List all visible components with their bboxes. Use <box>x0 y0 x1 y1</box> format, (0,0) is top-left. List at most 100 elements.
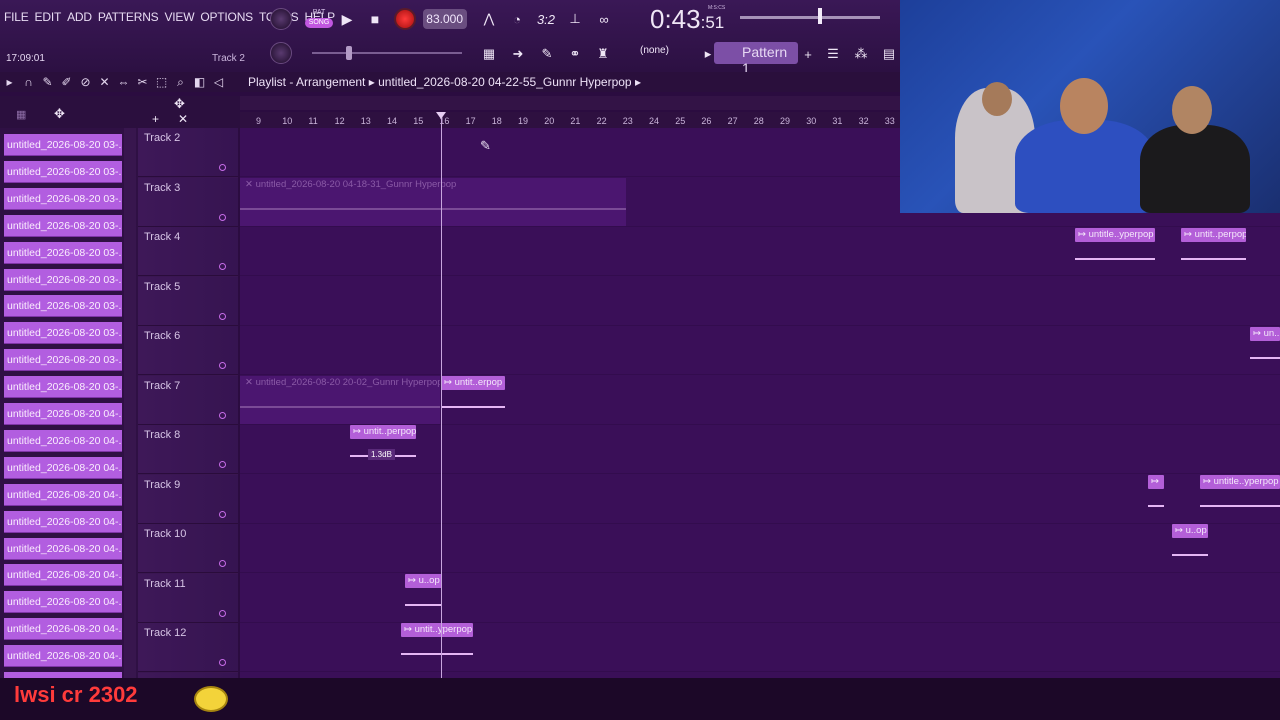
project-name[interactable]: untitled_2026-08-20 04-22-55_Gunnr Hyper… <box>378 75 632 89</box>
loop-record-icon[interactable]: ∞ <box>592 9 616 29</box>
browser-pattern-item[interactable]: untitled_2026-08-20 03-... <box>4 214 122 237</box>
arrow-icon[interactable]: ➜ <box>507 45 529 63</box>
master-pitch-slider[interactable] <box>740 16 880 19</box>
track-mute-icon[interactable] <box>219 659 226 666</box>
pitch-knob[interactable] <box>270 42 292 64</box>
browser-pattern-item[interactable]: untitled_2026-08-20 03-... <box>4 187 122 210</box>
link-icon[interactable]: ⚭ <box>564 45 586 63</box>
browser-grid-icon[interactable]: ▦ <box>16 108 26 121</box>
track-lane[interactable] <box>240 326 1280 375</box>
browser-pattern-item[interactable]: untitled_2026-08-20 04-... <box>4 510 122 533</box>
pattern-selector[interactable]: Pattern 1 <box>714 42 798 76</box>
options-arrow-icon[interactable]: ▸ <box>0 75 19 89</box>
select-tool-icon[interactable]: ⬚ <box>152 75 171 89</box>
browser-icon[interactable]: ▤ <box>878 45 900 63</box>
menu-patterns[interactable]: PATTERNS <box>98 10 159 24</box>
pencil-tool-icon[interactable]: ✎ <box>38 75 57 89</box>
track-mute-icon[interactable] <box>219 362 226 369</box>
speaker-icon[interactable]: ◁ <box>209 75 228 89</box>
audio-clip[interactable]: ↦ <box>1148 475 1164 489</box>
stop-button[interactable]: ■ <box>364 8 386 30</box>
browser-pattern-item[interactable]: untitled_2026-08-20 03-... <box>4 295 122 318</box>
browser-pattern-item[interactable]: untitled_2026-08-20 03-... <box>4 268 122 291</box>
track-header[interactable]: Track 11 <box>138 573 238 623</box>
playback-tool-icon[interactable]: ◧ <box>190 75 209 89</box>
track-header[interactable]: Track 3 <box>138 177 238 227</box>
menu-view[interactable]: VIEW <box>164 10 194 24</box>
audio-clip[interactable]: ↦ u..op <box>1172 524 1208 538</box>
master-slider-thumb[interactable] <box>818 8 822 24</box>
track-mute-icon[interactable] <box>219 213 226 221</box>
track-header[interactable]: Track 12 <box>138 623 238 672</box>
menu-edit[interactable]: EDIT <box>35 10 62 24</box>
paint-tool-icon[interactable]: ✐ <box>57 75 76 89</box>
browser-pattern-item[interactable]: untitled_2026-08-20 04-... <box>4 564 122 587</box>
audio-clip[interactable]: ↦ untit..yperpop <box>401 623 473 637</box>
track-header[interactable]: Track 4 <box>138 227 238 276</box>
browser-pattern-item[interactable]: untitled_2026-08-20 04-... <box>4 403 122 425</box>
track-mute-icon[interactable] <box>219 164 226 171</box>
browser-pattern-item[interactable]: untitled_2026-08-20 03-... <box>4 160 122 183</box>
track-lane[interactable] <box>240 623 1280 672</box>
track-header[interactable]: Track 5 <box>138 276 238 326</box>
track-mute-icon[interactable] <box>219 510 226 518</box>
delete-tool-icon[interactable]: ⊘ <box>76 75 95 89</box>
browser-scrollbar[interactable] <box>124 128 136 720</box>
browser-pattern-item[interactable]: untitled_2026-08-20 04-... <box>4 618 122 641</box>
audio-clip[interactable]: ✕ untitled_2026-08-20 20-02_Gunnr Hyperp… <box>242 376 440 390</box>
close-icon[interactable]: ✕ <box>178 112 188 126</box>
track-header[interactable]: Track 9 <box>138 474 238 524</box>
mute-tool-icon[interactable]: ✕ <box>95 75 114 89</box>
master-volume-knob[interactable] <box>270 8 292 30</box>
browser-move-icon[interactable]: ✥ <box>54 106 65 122</box>
track-lane[interactable] <box>240 475 1280 524</box>
audio-clip[interactable]: ↦ un..p <box>1250 327 1280 341</box>
audio-clip[interactable]: ↦ untit..perpop <box>350 425 416 439</box>
playlist-icon[interactable]: ▦ <box>478 45 500 63</box>
menu-file[interactable]: FILE <box>4 10 29 24</box>
browser-pattern-item[interactable]: untitled_2026-08-20 03-... <box>4 376 122 399</box>
channel-selector[interactable]: (none) <box>637 45 693 61</box>
menu-options[interactable]: OPTIONS <box>200 10 253 24</box>
record-button[interactable] <box>394 8 416 30</box>
pitch-slider-thumb[interactable] <box>346 46 352 60</box>
playhead[interactable] <box>441 116 442 678</box>
audio-clip[interactable]: ↦ untit..erpop <box>441 376 505 390</box>
track-mute-icon[interactable] <box>219 411 226 419</box>
menu-add[interactable]: ADD <box>67 10 92 24</box>
audio-clip[interactable]: ↦ u..op <box>405 574 442 588</box>
zoom-tool-icon[interactable]: ⌕ <box>171 75 190 90</box>
browser-pattern-item[interactable]: untitled_2026-08-20 04-... <box>4 483 122 506</box>
mixer-icon[interactable]: ♜ <box>592 45 614 63</box>
audio-clip[interactable]: ↦ untit..perpop <box>1181 228 1246 242</box>
browser-pattern-item[interactable]: untitled_2026-08-20 03-... <box>4 349 122 372</box>
track-mute-icon[interactable] <box>219 461 226 468</box>
browser-pattern-item[interactable]: untitled_2026-08-20 04-... <box>4 591 122 614</box>
wait-record-icon[interactable]: ◔ <box>505 9 529 29</box>
timeline-ruler[interactable]: 9 10 11 12 13 14 15 16 17 18 19 20 21 22 23 24 25 26 27 28 2… <box>240 112 900 128</box>
channel-rack-icon[interactable]: ⁂ <box>850 45 872 63</box>
step-edit-icon[interactable]: ⊥ <box>563 9 587 29</box>
song-overview[interactable] <box>240 96 900 110</box>
track-mute-icon[interactable] <box>219 560 226 567</box>
add-track-icon[interactable]: + <box>152 112 159 126</box>
browser-pattern-item[interactable]: untitled_2026-08-20 04-... <box>4 645 122 668</box>
browser-pattern-item[interactable]: untitled_2026-08-20 03-... <box>4 241 122 264</box>
pencil-icon[interactable]: ✎ <box>536 45 558 63</box>
browser-pattern-item[interactable]: untitled_2026-08-20 04-... <box>4 537 122 560</box>
track-mute-icon[interactable] <box>219 312 226 320</box>
pitch-slider[interactable] <box>312 52 462 54</box>
browser-pattern-item[interactable]: untitled_2026-08-20 04-... <box>4 429 122 452</box>
slice-tool-icon[interactable]: ✂ <box>133 75 152 89</box>
track-mute-icon[interactable] <box>219 263 226 270</box>
audio-clip[interactable]: ↦ untitle..yperpop <box>1200 475 1280 489</box>
slip-tool-icon[interactable]: ⇔ <box>114 75 133 89</box>
metronome-icon[interactable]: ⋀ <box>477 9 501 29</box>
track-header[interactable]: Track 6 <box>138 326 238 375</box>
tempo-display[interactable]: 83.000 <box>423 9 467 29</box>
track-mute-icon[interactable] <box>219 609 226 617</box>
countdown-icon[interactable]: 3:2 <box>534 9 558 29</box>
track-move-icon[interactable]: ✥ <box>174 96 185 112</box>
add-pattern-icon[interactable]: + <box>797 45 819 63</box>
track-header[interactable]: Track 8 <box>138 425 238 474</box>
